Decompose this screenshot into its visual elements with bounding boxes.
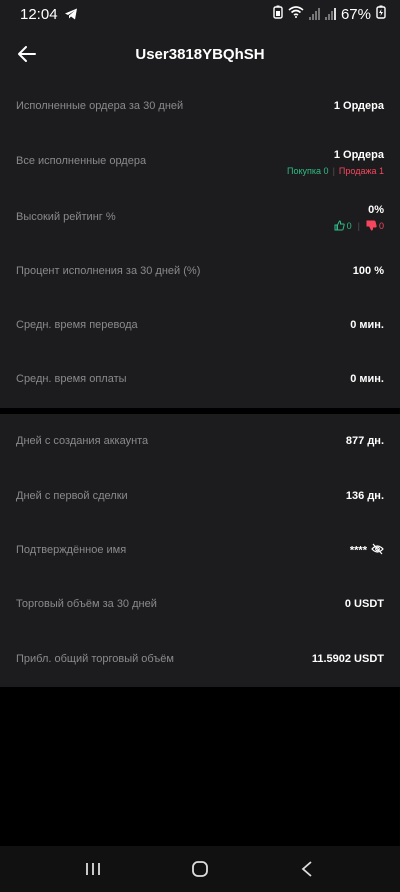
account-age-value: 877 дн. (345, 435, 384, 447)
eye-off-icon[interactable] (371, 543, 384, 558)
completion-label: Процент исполнения за 30 дней (%) (16, 265, 201, 277)
signal-icon-2 (324, 8, 336, 20)
first-trade-label: Дней с первой сделки (16, 490, 128, 502)
all-orders-row: Все исполненные ордера 1 Ордера Покупка … (0, 134, 400, 190)
verified-name-label: Подтверждённое имя (16, 544, 127, 556)
buy-count: Покупка 0 (287, 166, 329, 176)
wifi-icon (288, 5, 304, 23)
account-age-label: Дней с создания аккаунта (16, 435, 149, 447)
battery-percent: 67% (340, 5, 371, 23)
status-bar: 12:04 67% (0, 0, 400, 28)
signal-icon (308, 8, 320, 20)
rating-label: Высокий рейтинг % (16, 211, 116, 223)
all-orders-label: Все исполненные ордера (16, 155, 147, 167)
pay-time-row: Средн. время оплаты 0 мин. (0, 354, 400, 408)
first-trade-value: 136 дн. (345, 490, 384, 502)
battery-saver-icon (273, 5, 283, 24)
completion-value: 100 % (352, 265, 384, 277)
battery-icon (376, 5, 386, 24)
buy-sell-breakdown: Покупка 0 | Продажа 1 (287, 166, 384, 176)
thumbs-down-icon (366, 220, 377, 231)
rating-value: 0% (368, 204, 384, 216)
system-nav-bar (0, 846, 400, 892)
pay-time-label: Средн. время оплаты (16, 373, 127, 385)
stats-card: Исполненные ордера за 30 дней 1 Ордера В… (0, 80, 400, 408)
status-time: 12:04 (20, 5, 58, 23)
total-volume-label: Прибл. общий торговый объём (16, 653, 174, 665)
rating-row: Высокий рейтинг % 0% 0 | 0 (0, 190, 400, 246)
status-icons: 67% (273, 5, 386, 24)
separator: | (332, 166, 335, 176)
sell-count: Продажа 1 (338, 166, 384, 176)
account-card: Дней с создания аккаунта 877 дн. Дней с … (0, 414, 400, 687)
feedback-counts: 0 | 0 (334, 220, 384, 231)
orders-30d-value: 1 Ордера (333, 100, 384, 112)
all-orders-value: 1 Ордера (333, 149, 384, 161)
total-volume-row: Прибл. общий торговый объём 11.5902 USDT (0, 633, 400, 687)
volume-30d-value: 0 USDT (344, 598, 384, 610)
recent-apps-icon[interactable] (78, 858, 108, 880)
back-arrow-icon[interactable] (16, 43, 38, 65)
back-nav-icon[interactable] (292, 858, 322, 880)
page-header: User3818YBQhSH (0, 28, 400, 80)
positive-count: 0 (346, 220, 352, 231)
total-volume-value: 11.5902 USDT (311, 653, 384, 665)
home-icon[interactable] (185, 858, 215, 880)
transfer-time-value: 0 мин. (350, 319, 384, 331)
telegram-icon (64, 7, 78, 21)
transfer-time-label: Средн. время перевода (16, 319, 138, 331)
volume-30d-label: Торговый объём за 30 дней (16, 598, 157, 610)
completion-row: Процент исполнения за 30 дней (%) 100 % (0, 246, 400, 300)
feedback-separator: | (357, 220, 360, 231)
negative-count: 0 (378, 220, 384, 231)
account-age-row: Дней с создания аккаунта 877 дн. (0, 414, 400, 469)
volume-30d-row: Торговый объём за 30 дней 0 USDT (0, 578, 400, 633)
orders-30d-label: Исполненные ордера за 30 дней (16, 100, 184, 112)
page-title: User3818YBQhSH (135, 45, 265, 63)
negative-feedback: 0 (366, 220, 384, 231)
verified-name-value: **** (349, 544, 367, 557)
pay-time-value: 0 мин. (350, 373, 384, 385)
orders-30d-row: Исполненные ордера за 30 дней 1 Ордера (0, 80, 400, 134)
first-trade-row: Дней с первой сделки 136 дн. (0, 469, 400, 524)
positive-feedback: 0 (334, 220, 352, 231)
verified-name-wrapper: **** (350, 543, 384, 558)
transfer-time-row: Средн. время перевода 0 мин. (0, 300, 400, 354)
thumbs-up-icon (334, 220, 345, 231)
verified-name-row: Подтверждённое имя **** (0, 524, 400, 578)
